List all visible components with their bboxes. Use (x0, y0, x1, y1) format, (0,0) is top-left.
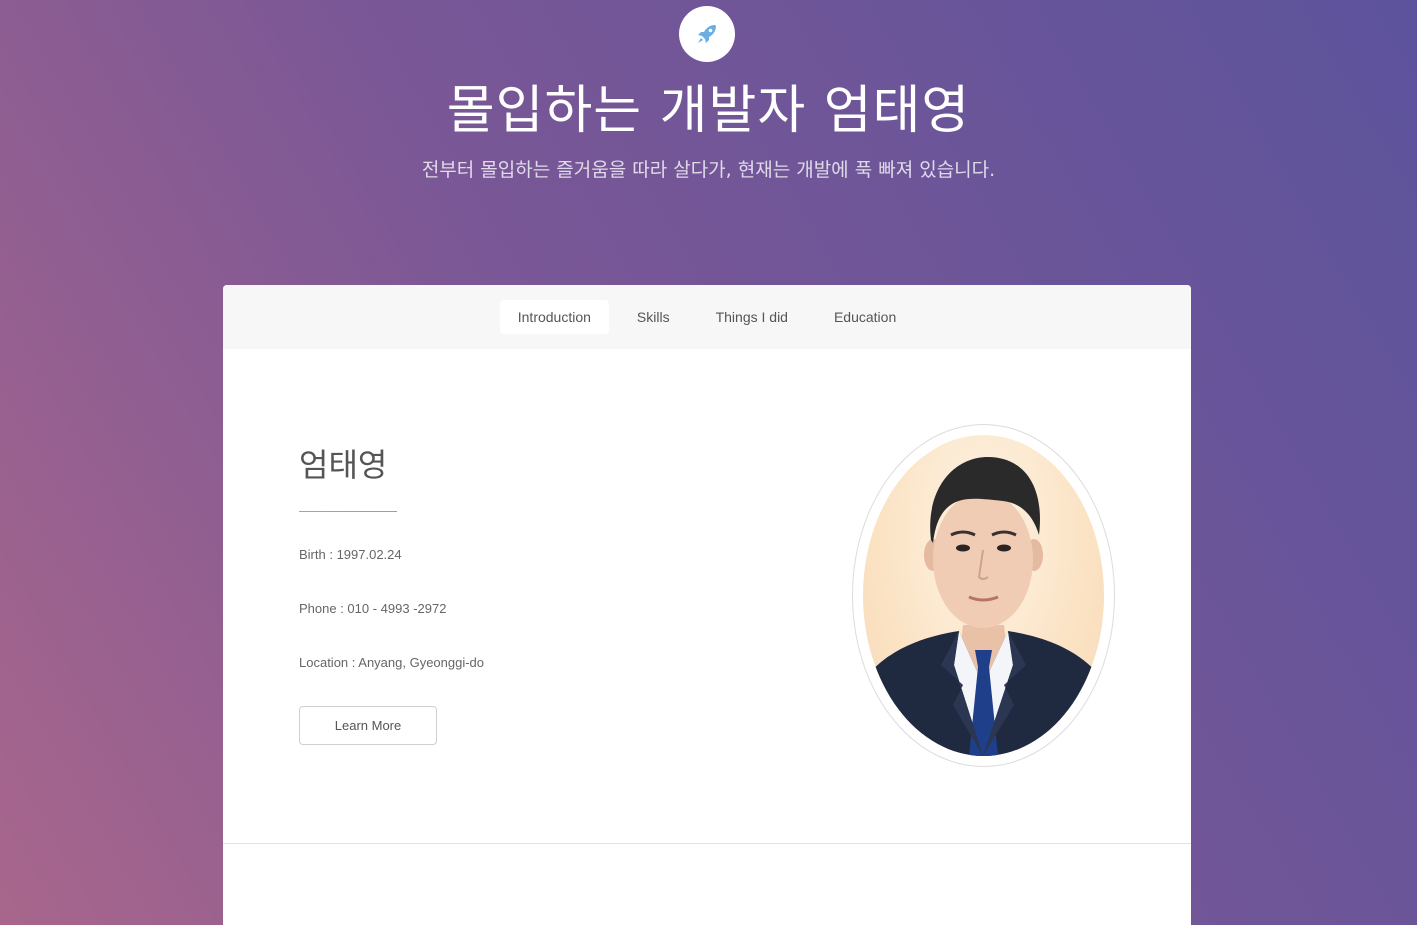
logo-badge (679, 6, 735, 62)
profile-card: Introduction Skills Things I did Educati… (223, 285, 1191, 925)
section-divider (223, 843, 1191, 844)
tab-introduction[interactable]: Introduction (499, 300, 609, 334)
tab-bar: Introduction Skills Things I did Educati… (223, 285, 1191, 349)
page-title: 몰입하는 개발자 엄태영 (446, 81, 971, 141)
tab-skills[interactable]: Skills (619, 300, 688, 334)
intro-name: 엄태영 (299, 446, 388, 484)
name-underline (299, 511, 397, 512)
phone-info: Phone : 010 - 4993 -2972 (299, 601, 447, 616)
page-subtitle: 전부터 몰입하는 즐거움을 따라 살다가, 현재는 개발에 푹 빠져 있습니다. (421, 159, 996, 181)
learn-more-button[interactable]: Learn More (299, 706, 437, 745)
tab-things-i-did[interactable]: Things I did (698, 300, 806, 334)
location-info: Location : Anyang, Gyeonggi-do (299, 655, 485, 670)
rocket-icon (698, 25, 716, 43)
tab-education[interactable]: Education (816, 300, 914, 334)
birth-info: Birth : 1997.02.24 (299, 547, 402, 562)
profile-photo-frame (852, 424, 1115, 767)
profile-photo (863, 435, 1104, 756)
